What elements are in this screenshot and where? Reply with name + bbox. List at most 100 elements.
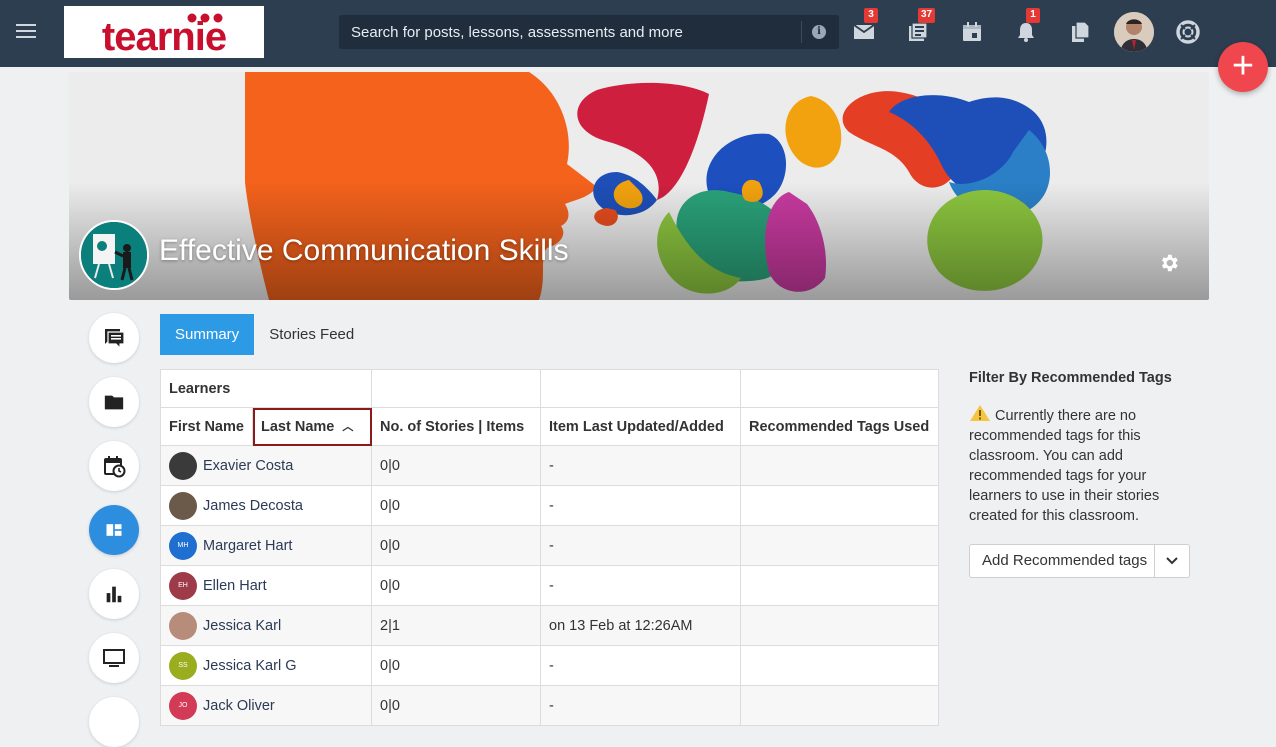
dashboard-icon	[106, 524, 122, 536]
learner-initials: MH	[177, 542, 189, 549]
stories-items-cell: 0|0	[371, 645, 541, 686]
messages-badge: 3	[864, 8, 878, 23]
stories-items-cell: 0|0	[371, 685, 541, 726]
classroom-settings-button[interactable]	[1158, 252, 1180, 274]
teamie-logo[interactable]: tearnie	[64, 6, 264, 58]
documents-button[interactable]	[1068, 20, 1092, 44]
learner-cell: MH Margaret Hart	[160, 525, 372, 566]
learner-cell: Jessica Karl	[160, 605, 372, 646]
learner-name: Jessica Karl G	[203, 657, 297, 674]
table-row: SS Jessica Karl G 0|0-	[160, 645, 939, 686]
header-blank-1	[371, 369, 541, 408]
side-nav-analytics[interactable]	[89, 569, 139, 619]
filter-message-text: Currently there are no recommended tags …	[969, 408, 1160, 524]
learner-avatar: SS	[169, 651, 197, 680]
table-row: MH Margaret Hart 0|0-	[160, 525, 939, 566]
chevron-down-icon	[1166, 557, 1178, 565]
filter-message: Currently there are no recommended tags …	[969, 404, 1199, 526]
learners-table: Learners First Name Last Name ︿ No. of St…	[160, 369, 939, 726]
svg-text:tearnie: tearnie	[102, 15, 226, 54]
notifications-badge: 1	[1026, 8, 1040, 23]
newsfeed-badge: 37	[918, 8, 936, 23]
last-updated-cell: on 13 Feb at 12:26AM	[540, 605, 741, 646]
info-icon[interactable]: i	[812, 25, 826, 39]
add-recommended-tags-dropdown: Add Recommended tags	[969, 544, 1190, 578]
learner-avatar	[169, 491, 197, 520]
classroom-title: Effective Communication Skills	[159, 234, 569, 267]
gear-icon	[1161, 254, 1178, 272]
global-search: i	[339, 15, 839, 49]
learner-link[interactable]: SS Jessica Karl G	[169, 651, 363, 680]
learner-name: Jack Oliver	[203, 697, 275, 714]
learner-cell: JO Jack Oliver	[160, 685, 372, 726]
side-nav-discussions[interactable]	[89, 313, 139, 363]
last-updated-cell: -	[540, 485, 741, 526]
side-nav-presentations[interactable]	[89, 633, 139, 683]
calendar-icon	[963, 22, 981, 41]
learner-link[interactable]: James Decosta	[169, 491, 363, 520]
column-last-name[interactable]: Last Name ︿	[252, 407, 372, 446]
bar-chart-icon	[106, 586, 122, 603]
recommended-tags-cell	[740, 445, 939, 486]
menu-icon[interactable]	[16, 24, 36, 40]
column-last-updated[interactable]: Item Last Updated/Added	[540, 407, 741, 446]
learner-cell: James Decosta	[160, 485, 372, 526]
search-input[interactable]	[339, 15, 801, 49]
tab-summary[interactable]: Summary	[160, 314, 255, 355]
recommended-tags-filter: Filter By Recommended Tags Currently the…	[969, 370, 1199, 526]
messages-button[interactable]: 3	[852, 8, 878, 44]
side-nav-schedule[interactable]	[89, 441, 139, 491]
learner-link[interactable]: JO Jack Oliver	[169, 691, 363, 720]
learner-name: Jessica Karl	[203, 617, 282, 634]
learner-avatar	[169, 451, 197, 480]
table-row: JO Jack Oliver 0|0-	[160, 685, 939, 726]
dropdown-toggle[interactable]	[1154, 545, 1189, 577]
folder-icon	[104, 395, 124, 410]
learner-initials: SS	[178, 662, 188, 669]
last-updated-cell: -	[540, 645, 741, 686]
notifications-button[interactable]: 1	[1014, 8, 1040, 44]
help-button[interactable]	[1176, 20, 1200, 44]
side-nav-dashboard[interactable]	[89, 505, 139, 555]
user-avatar[interactable]	[1114, 12, 1154, 52]
column-stories-items[interactable]: No. of Stories | Items	[371, 407, 541, 446]
newsfeed-button[interactable]: 37	[906, 8, 936, 44]
learner-avatar	[169, 611, 197, 640]
header-blank-3	[740, 369, 939, 408]
learner-link[interactable]: Jessica Karl	[169, 611, 363, 640]
documents-icon	[1072, 21, 1090, 42]
learner-link[interactable]: Exavier Costa	[169, 451, 363, 480]
last-updated-cell: -	[540, 445, 741, 486]
stories-items-cell: 0|0	[371, 565, 541, 606]
learner-initials: JO	[178, 702, 188, 709]
recommended-tags-cell	[740, 525, 939, 566]
side-nav-folders[interactable]	[89, 377, 139, 427]
side-nav-more[interactable]	[89, 697, 139, 747]
header-blank-2	[540, 369, 741, 408]
table-row: EH Ellen Hart 0|0-	[160, 565, 939, 606]
learner-cell: Exavier Costa	[160, 445, 372, 486]
learner-avatar: JO	[169, 691, 197, 720]
learner-name: Margaret Hart	[203, 537, 293, 554]
column-recommended-tags[interactable]: Recommended Tags Used	[740, 407, 939, 446]
search-divider	[801, 21, 802, 43]
learner-link[interactable]: MH Margaret Hart	[169, 531, 363, 560]
chat-icon	[105, 329, 125, 350]
presenter-illustration	[81, 222, 147, 288]
table-row: James Decosta 0|0-	[160, 485, 939, 526]
column-first-name[interactable]: First Name	[160, 407, 253, 446]
create-new-button[interactable]: +	[1218, 42, 1268, 92]
learner-link[interactable]: EH Ellen Hart	[169, 571, 363, 600]
stories-items-cell: 0|0	[371, 445, 541, 486]
calendar-button[interactable]	[960, 20, 984, 44]
bell-icon	[1018, 23, 1034, 42]
learner-name: James Decosta	[203, 497, 303, 514]
tab-stories-feed[interactable]: Stories Feed	[254, 314, 369, 355]
learner-avatar: MH	[169, 531, 197, 560]
learner-cell: SS Jessica Karl G	[160, 645, 372, 686]
add-recommended-tags-button[interactable]: Add Recommended tags	[970, 545, 1154, 577]
learners-group-header: Learners	[160, 369, 372, 408]
filter-title: Filter By Recommended Tags	[969, 370, 1172, 386]
learner-cell: EH Ellen Hart	[160, 565, 372, 606]
calendar-clock-icon	[104, 456, 126, 478]
